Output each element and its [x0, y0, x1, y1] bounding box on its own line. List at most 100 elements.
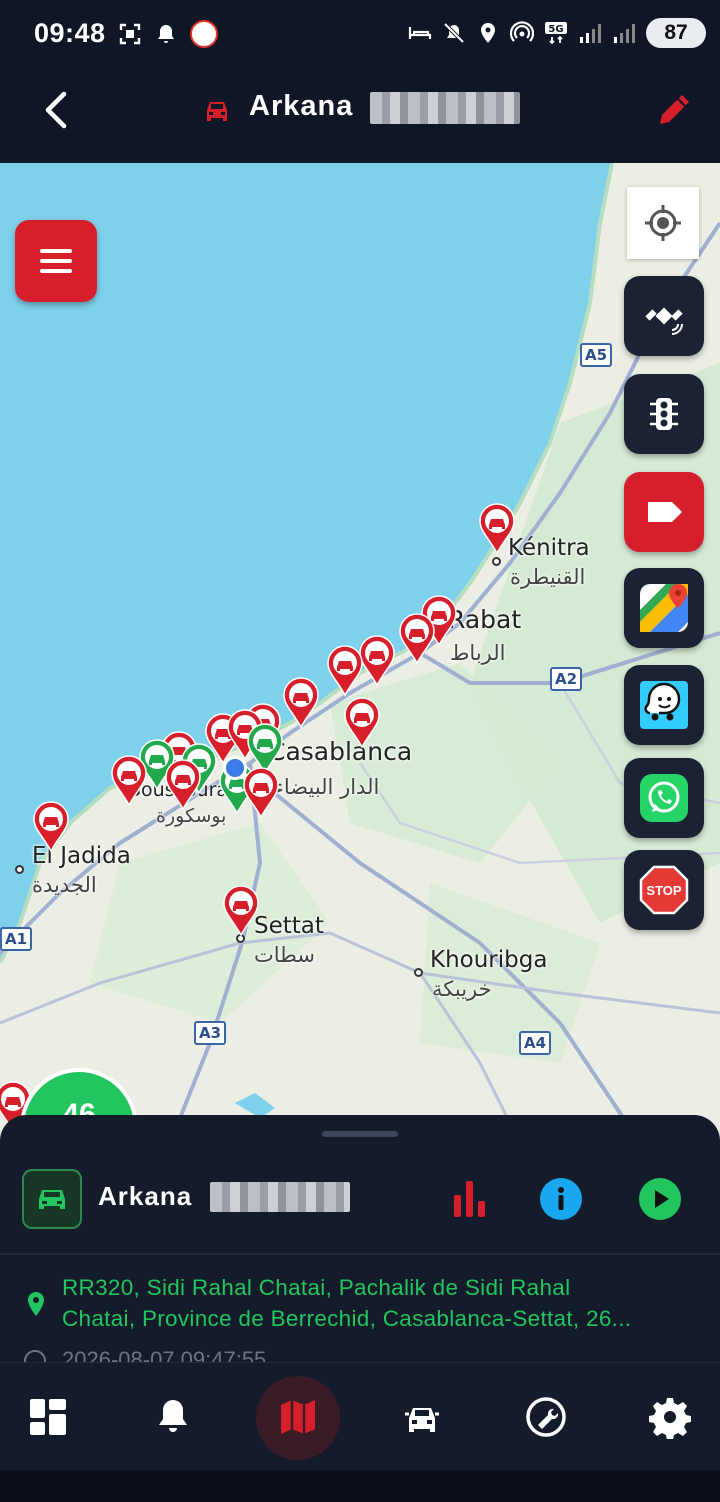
menu-button[interactable]: [15, 220, 97, 302]
label-khouribga-ar: خريبكة: [432, 977, 492, 1001]
svg-text:5G: 5G: [548, 24, 563, 35]
location-icon: [481, 23, 495, 43]
label-icon: [648, 502, 682, 522]
vehicle-pin[interactable]: [478, 503, 516, 555]
hamburger-line: [40, 259, 72, 263]
road-badge-a4: A4: [519, 1031, 552, 1055]
system-navigation-bar: [0, 1470, 720, 1502]
city-dot-kenitra: [492, 557, 501, 566]
hamburger-line: [40, 269, 72, 273]
vehicle-pin[interactable]: [32, 801, 70, 853]
car-icon: [207, 102, 227, 121]
label-khouribga: Khouribga: [430, 947, 548, 973]
satellite-icon: [645, 307, 683, 335]
vehicle-pin[interactable]: [398, 613, 436, 665]
redacted-plate: [210, 1182, 350, 1212]
map-icon: [281, 1400, 315, 1434]
settings-icon: [649, 1398, 691, 1439]
label-el-jadida-ar: الجديدة: [32, 873, 97, 897]
vehicle-address: RR320, Sidi Rahal Chatai, Pachalik de Si…: [62, 1272, 702, 1334]
crosshair-icon: [645, 205, 681, 241]
map-view[interactable]: A5 A2 A1 A3 A4 Kénitra القنيطرة Rabat ال…: [0, 163, 720, 1143]
app-badge-icon: [190, 20, 218, 48]
sheet-drag-handle[interactable]: [322, 1131, 398, 1137]
bottom-navigation: [0, 1362, 720, 1471]
address-line-1: RR320, Sidi Rahal Chatai, Pachalik de Si…: [62, 1275, 571, 1300]
stop-sign-icon: STOP: [639, 865, 689, 915]
nav-map[interactable]: [266, 1385, 330, 1449]
label-kenitra-ar: القنيطرة: [510, 565, 586, 589]
app-header: Arkana: [0, 68, 720, 164]
address-line-2: Chatai, Province de Berrechid, Casablanc…: [62, 1306, 632, 1331]
vehicle-title: Arkana: [249, 90, 354, 122]
info-icon: [558, 1187, 564, 1210]
vehicle-pin[interactable]: [164, 759, 202, 811]
vehicle-pin[interactable]: [282, 677, 320, 729]
chevron-left-icon[interactable]: [36, 88, 76, 132]
last-update-time: 2026-08-07 09:47:55: [62, 1347, 267, 1362]
vehicle-status-icon: [22, 1169, 82, 1229]
bed-icon: [408, 27, 432, 39]
locate-me-button[interactable]: [627, 187, 699, 259]
vehicle-pin[interactable]: [343, 697, 381, 749]
car-icon: [39, 1190, 65, 1209]
divider: [0, 1253, 720, 1255]
screenshot-icon: [119, 23, 141, 45]
label-casablanca-ar: الدار البيضاء: [274, 775, 380, 799]
label-settat-ar: سطات: [254, 943, 315, 967]
traffic-button[interactable]: [624, 374, 704, 454]
5g-icon: 5G: [545, 22, 567, 45]
vehicle-pin[interactable]: [222, 885, 260, 937]
hamburger-icon: [40, 249, 72, 253]
play-icon: [655, 1190, 669, 1208]
nav-vehicles[interactable]: [390, 1385, 454, 1449]
redacted-plate: [370, 92, 520, 124]
road-badge-a5: A5: [580, 343, 613, 367]
whatsapp-button[interactable]: [624, 758, 704, 838]
stop-button[interactable]: STOP: [624, 850, 704, 930]
waze-icon: [640, 681, 688, 729]
google-maps-button[interactable]: [624, 568, 704, 648]
city-dot-el-jadida: [15, 865, 24, 874]
info-button[interactable]: [540, 1178, 582, 1220]
road-badge-a1: A1: [0, 927, 33, 951]
mute-icon: [443, 22, 465, 44]
status-bar: 09:48 5G 87: [0, 0, 720, 68]
nav-settings[interactable]: [638, 1385, 702, 1449]
battery-icon: 87: [646, 18, 706, 48]
location-pin-icon: [28, 1292, 44, 1316]
city-dot-khouribga: [414, 968, 423, 977]
vehicle-detail-sheet[interactable]: Arkana RR320, Sidi Rahal Chatai, Pachali…: [0, 1115, 720, 1362]
bell-icon: [159, 1400, 187, 1432]
label-rabat: Rabat: [448, 605, 522, 634]
vehicle-pin[interactable]: [326, 645, 364, 697]
vehicle-name: Arkana: [98, 1181, 193, 1211]
stop-sign-text: STOP: [646, 883, 681, 898]
traffic-light-icon: [650, 398, 678, 430]
label-rabat-ar: الرباط: [450, 641, 506, 665]
notification-bell-icon: [158, 25, 174, 43]
signal-icon: [614, 24, 635, 43]
label-casablanca: Casablanca: [268, 737, 413, 766]
signal-icon: [580, 24, 601, 43]
vehicle-pin[interactable]: [110, 755, 148, 807]
satellite-button[interactable]: [624, 276, 704, 356]
nav-notifications[interactable]: [141, 1385, 205, 1449]
hotspot-icon: [510, 21, 534, 42]
tools-icon: [526, 1397, 566, 1437]
stats-icon[interactable]: [450, 1177, 490, 1219]
labels-button[interactable]: [624, 472, 704, 552]
nav-maintenance[interactable]: [514, 1385, 578, 1449]
status-right-icons: 5G 87: [408, 18, 706, 48]
vehicle-pin[interactable]: [242, 767, 280, 819]
whatsapp-icon: [640, 774, 688, 822]
status-left-icons: [118, 20, 218, 48]
playback-button[interactable]: [639, 1178, 681, 1220]
vehicle-icon: [405, 1408, 439, 1432]
pencil-icon[interactable]: [654, 90, 694, 130]
user-location-dot: [223, 756, 247, 780]
nav-dashboard[interactable]: [16, 1385, 80, 1449]
google-maps-icon: [640, 584, 688, 632]
waze-button[interactable]: [624, 665, 704, 745]
road-badge-a2: A2: [550, 667, 583, 691]
